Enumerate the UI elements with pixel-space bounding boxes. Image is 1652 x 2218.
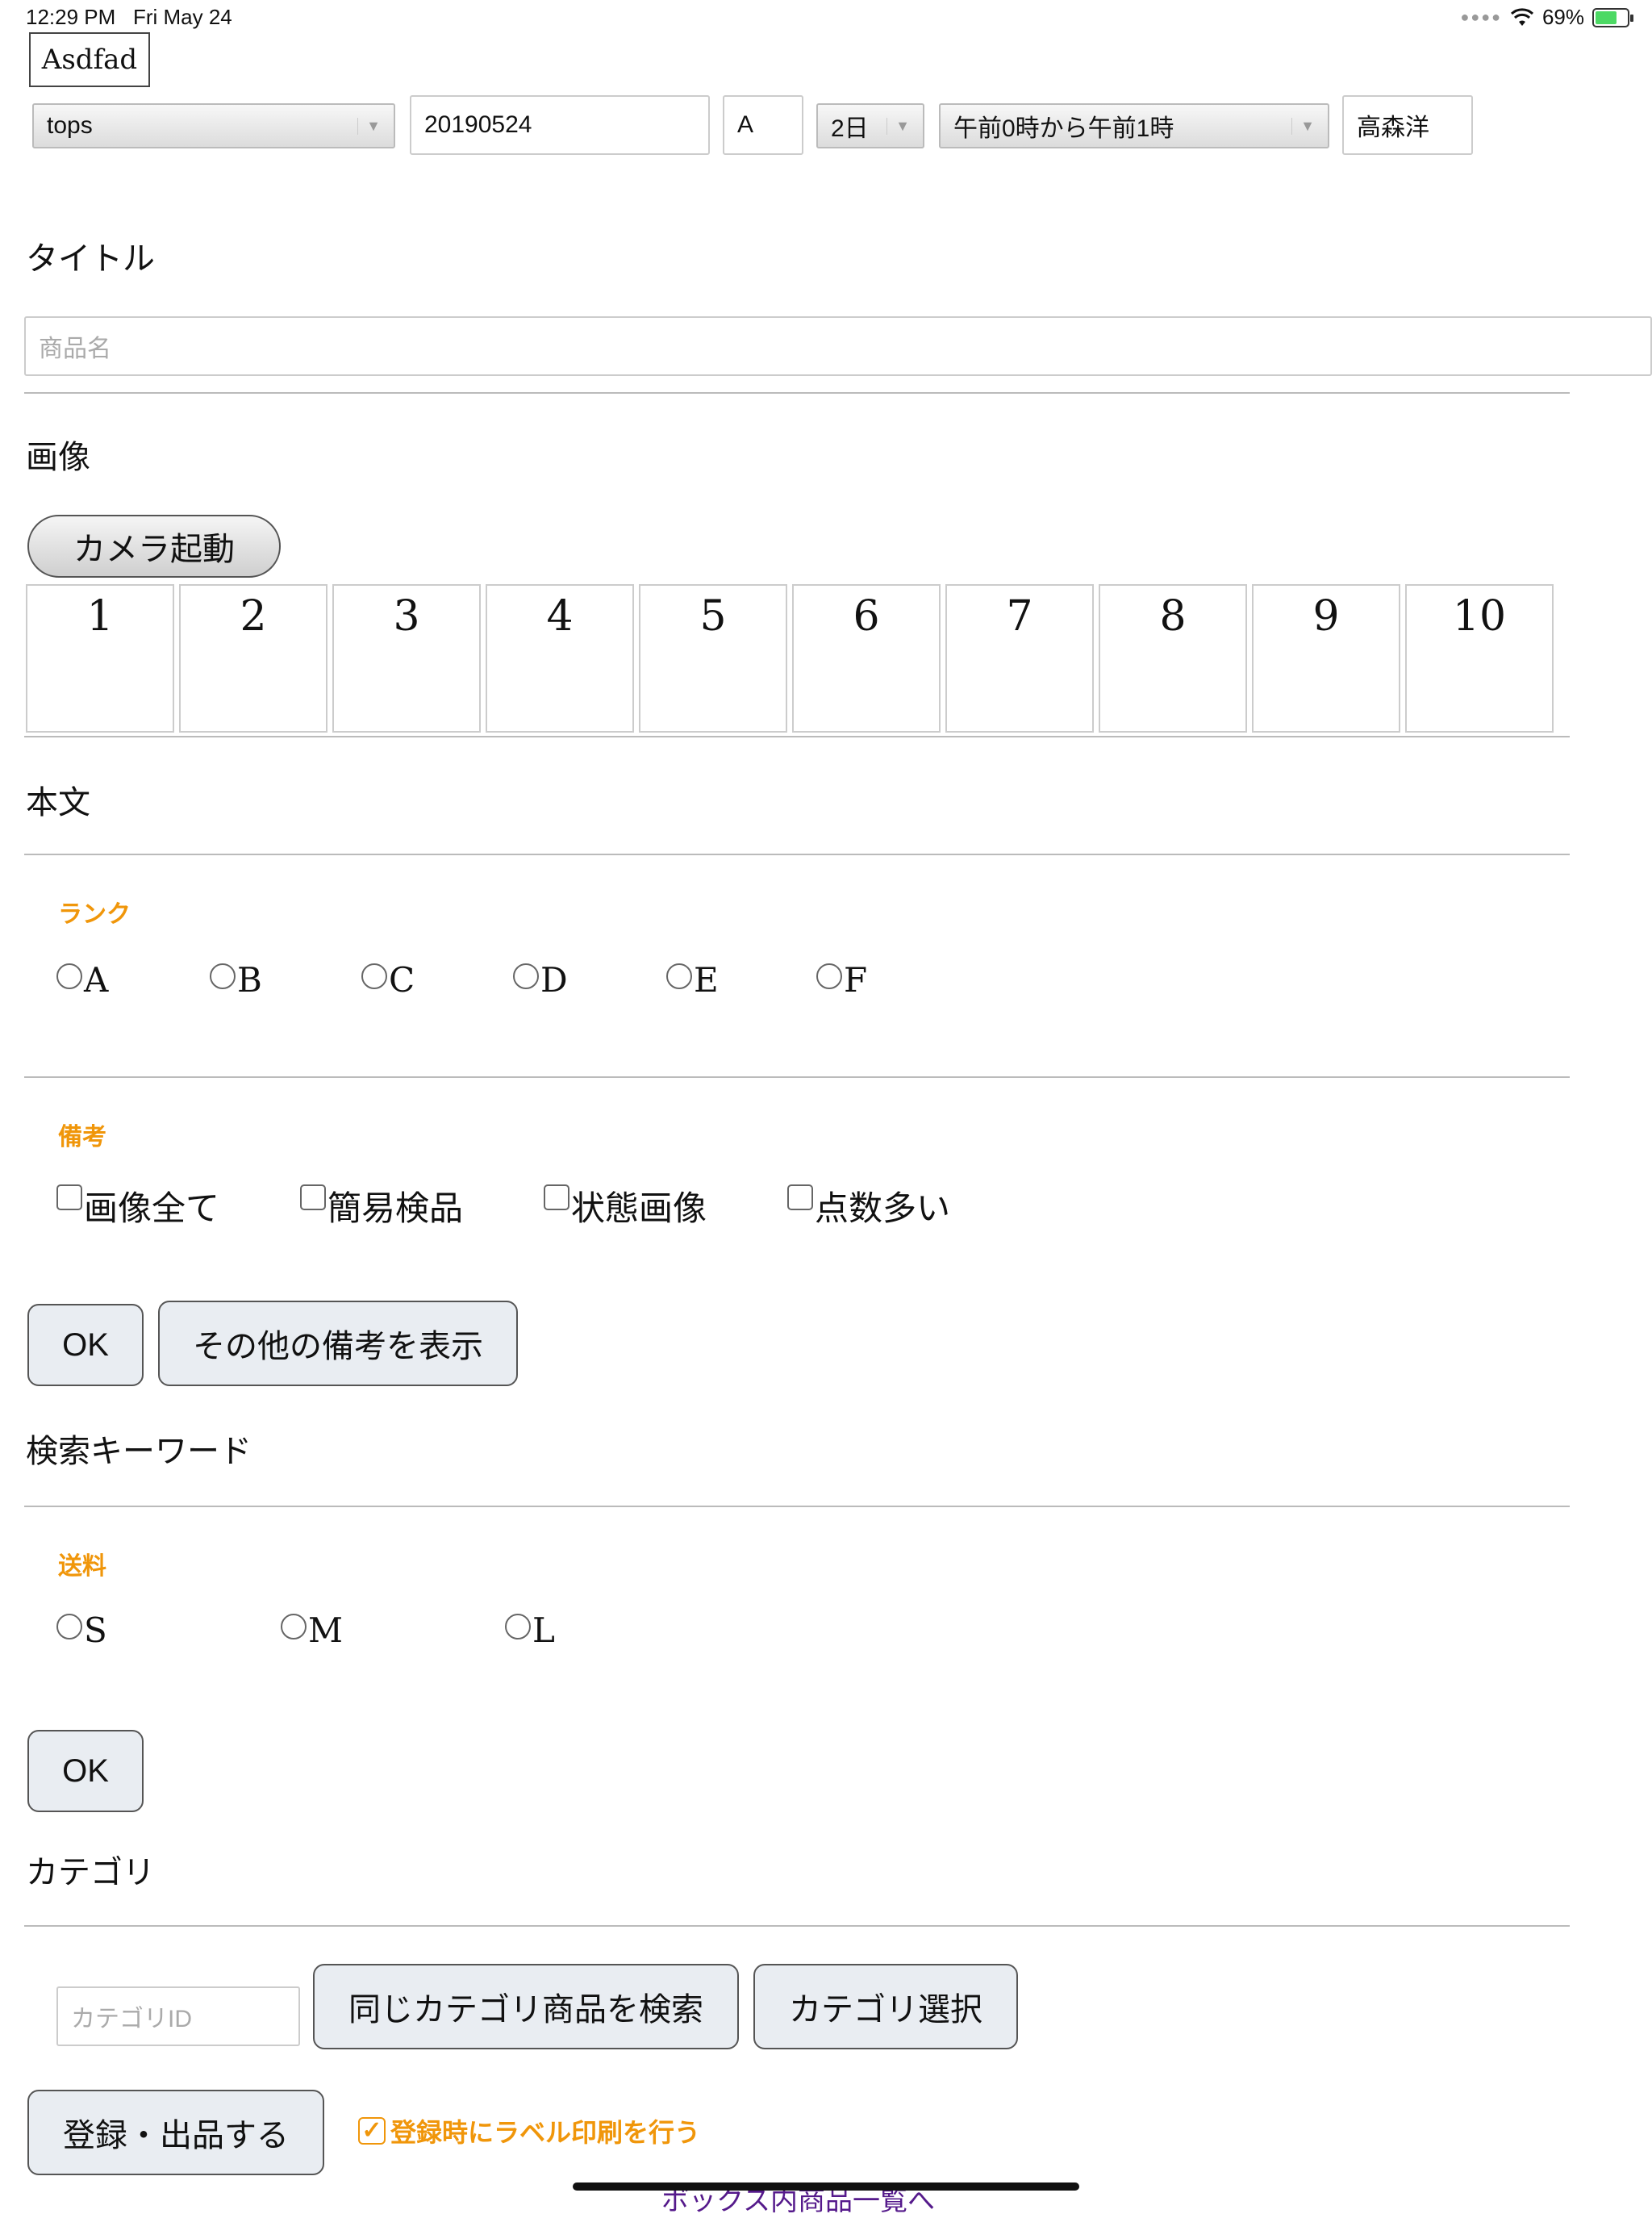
chevron-down-icon: ▼ (886, 117, 910, 135)
image-slot-7[interactable]: 7 (945, 584, 1094, 733)
image-slot-1[interactable]: 1 (26, 584, 174, 733)
body-label: 本文 (26, 784, 90, 821)
checkbox-icon[interactable] (787, 1184, 813, 1210)
notes-ok-button[interactable]: OK (27, 1304, 144, 1386)
divider (24, 736, 1570, 737)
rank-option-b[interactable]: B (210, 960, 262, 1000)
rank-option-label: F (844, 960, 868, 1000)
keywords-label: 検索キーワード (26, 1433, 252, 1470)
status-time: 12:29 PM Fri May 24 (26, 5, 232, 30)
image-slot-4[interactable]: 4 (486, 584, 634, 733)
divider (24, 854, 1570, 855)
radio-icon[interactable] (816, 963, 842, 989)
image-slot-5[interactable]: 5 (639, 584, 787, 733)
notes-option-simple-inspection[interactable]: 簡易検品 (300, 1181, 463, 1230)
rank-option-a[interactable]: A (56, 960, 108, 1000)
shipping-option-label: L (532, 1610, 555, 1650)
notes-option-label: 点数多い (815, 1188, 951, 1228)
radio-icon[interactable] (513, 963, 539, 989)
checkmark-icon[interactable]: ✓ (358, 2117, 386, 2145)
image-slot-3[interactable]: 3 (332, 584, 481, 733)
chevron-down-icon: ▼ (357, 117, 381, 135)
radio-icon[interactable] (281, 1614, 307, 1639)
image-slot-8[interactable]: 8 (1099, 584, 1247, 733)
status-time-text: 12:29 PM (26, 5, 116, 29)
status-indicators: ●●●● 69% (1460, 5, 1633, 30)
notes-option-label: 状態画像 (571, 1188, 707, 1228)
divider (24, 1925, 1570, 1927)
image-slot-10[interactable]: 10 (1405, 584, 1554, 733)
rank-title: ランク (58, 900, 131, 929)
print-label-option[interactable]: ✓ 登録時にラベル印刷を行う (358, 2112, 700, 2149)
status-date-text: Fri May 24 (132, 5, 232, 29)
category-select-button[interactable]: カテゴリ選択 (753, 1964, 1018, 2049)
rank-option-e[interactable]: E (666, 960, 719, 1000)
divider (24, 1506, 1570, 1507)
rank-option-d[interactable]: D (513, 960, 568, 1000)
divider (24, 392, 1570, 394)
shipping-option-label: S (84, 1610, 107, 1650)
letter-input[interactable]: A (723, 95, 803, 155)
battery-icon (1592, 7, 1633, 27)
rank-option-label: E (694, 960, 719, 1000)
checkbox-icon[interactable] (56, 1184, 82, 1210)
day-select[interactable]: 2日 ▼ (816, 103, 924, 148)
user-name-box: Asdfad (29, 32, 150, 87)
radio-icon[interactable] (210, 963, 236, 989)
shipping-option-m[interactable]: M (281, 1610, 343, 1650)
notes-option-label: 画像全て (84, 1188, 220, 1228)
chevron-down-icon: ▼ (1291, 117, 1315, 135)
camera-button[interactable]: カメラ起動 (27, 515, 281, 578)
checkbox-icon[interactable] (300, 1184, 326, 1210)
radio-icon[interactable] (361, 963, 387, 989)
shipping-option-l[interactable]: L (505, 1610, 555, 1650)
image-slot-6[interactable]: 6 (792, 584, 941, 733)
rank-option-c[interactable]: C (361, 960, 415, 1000)
product-name-input[interactable]: 商品名 (24, 316, 1652, 376)
shipping-option-label: M (308, 1610, 344, 1650)
title-label: タイトル (26, 240, 155, 278)
person-input[interactable]: 高森洋 (1342, 95, 1473, 155)
search-same-category-button[interactable]: 同じカテゴリ商品を検索 (313, 1964, 739, 2049)
notes-option-label: 簡易検品 (327, 1188, 464, 1228)
time-select-value: 午前0時から午前1時 (953, 115, 1174, 142)
notes-option-all-images[interactable]: 画像全て (56, 1181, 219, 1230)
image-slot-2[interactable]: 2 (179, 584, 327, 733)
divider (24, 1076, 1570, 1078)
shipping-ok-button[interactable]: OK (27, 1730, 144, 1812)
notes-option-many-items[interactable]: 点数多い (787, 1181, 950, 1230)
battery-percent: 69% (1541, 5, 1584, 29)
date-input[interactable]: 20190524 (410, 95, 710, 155)
time-select[interactable]: 午前0時から午前1時 ▼ (939, 103, 1329, 148)
image-label: 画像 (26, 439, 90, 476)
print-label-text: 登録時にラベル印刷を行う (390, 2117, 701, 2148)
category-select-value: tops (47, 112, 93, 139)
notes-option-condition-images[interactable]: 状態画像 (544, 1181, 707, 1230)
image-slot-9[interactable]: 9 (1252, 584, 1400, 733)
notes-title: 備考 (58, 1123, 106, 1151)
radio-icon[interactable] (56, 1614, 82, 1639)
home-indicator[interactable] (573, 2182, 1079, 2191)
category-label: カテゴリ (26, 1854, 155, 1891)
radio-icon[interactable] (666, 963, 692, 989)
day-select-value: 2日 (831, 115, 869, 142)
wifi-icon (1510, 7, 1533, 26)
shipping-title: 送料 (58, 1552, 106, 1581)
rank-option-f[interactable]: F (816, 960, 867, 1000)
category-select[interactable]: tops ▼ (32, 103, 395, 148)
checkbox-icon[interactable] (544, 1184, 569, 1210)
radio-icon[interactable] (56, 963, 82, 989)
rank-option-label: B (237, 960, 262, 1000)
rank-option-label: C (389, 960, 415, 1000)
rank-option-label: D (540, 960, 568, 1000)
submit-listing-button[interactable]: 登録・出品する (27, 2090, 324, 2175)
show-more-notes-button[interactable]: その他の備考を表示 (158, 1301, 518, 1386)
radio-icon[interactable] (505, 1614, 531, 1639)
signal-dots-icon: ●●●● (1460, 9, 1502, 25)
category-id-input[interactable]: カテゴリID (56, 1986, 300, 2046)
rank-option-label: A (84, 960, 109, 1000)
shipping-option-s[interactable]: S (56, 1610, 107, 1650)
